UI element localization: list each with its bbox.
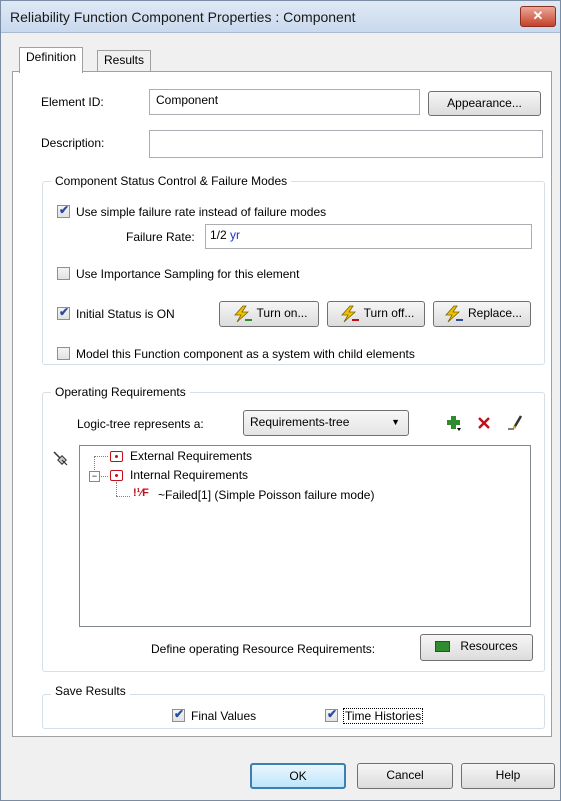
- ok-button-label: OK: [289, 769, 307, 783]
- appearance-button-label: Appearance...: [447, 96, 522, 110]
- pin-icon[interactable]: [51, 449, 69, 467]
- description-label: Description:: [41, 136, 105, 150]
- tree-connector: [116, 496, 130, 498]
- save-results-group: [42, 694, 545, 729]
- add-icon[interactable]: [445, 414, 463, 432]
- cancel-button-label: Cancel: [386, 768, 424, 782]
- logic-tree-label: Logic-tree represents a:: [77, 417, 204, 431]
- lightning-icon: [340, 305, 359, 323]
- requirement-node-icon: [110, 470, 123, 481]
- time-histories-label: Time Histories: [343, 708, 424, 724]
- tree-connector: [94, 456, 108, 458]
- replace-button[interactable]: Replace...: [433, 301, 531, 327]
- failure-rate-label: Failure Rate:: [126, 230, 195, 244]
- delete-icon[interactable]: [477, 416, 491, 430]
- definition-panel: Element ID: Component Appearance... Desc…: [12, 71, 552, 737]
- importance-sampling-checkbox[interactable]: [57, 267, 70, 280]
- logic-tree-select-value: Requirements-tree: [250, 415, 350, 429]
- help-button-label: Help: [495, 768, 521, 782]
- tree-item-external-requirements[interactable]: External Requirements: [130, 449, 252, 463]
- initial-status-checkbox[interactable]: [57, 305, 70, 320]
- failure-rate-unit: yr: [230, 228, 241, 242]
- title-bar: Reliability Function Component Propertie…: [1, 1, 560, 33]
- operating-requirements-group-title: Operating Requirements: [51, 385, 190, 399]
- appearance-button[interactable]: Appearance...: [428, 91, 541, 116]
- window-title: Reliability Function Component Propertie…: [10, 9, 356, 25]
- turn-off-button[interactable]: Turn off...: [327, 301, 425, 327]
- initial-status-label: Initial Status is ON: [76, 307, 175, 321]
- edit-pencil-icon[interactable]: [506, 413, 524, 431]
- resources-label: Define operating Resource Requirements:: [151, 642, 376, 656]
- simple-failure-rate-label: Use simple failure rate instead of failu…: [76, 205, 327, 219]
- resources-button-label: Resources: [460, 639, 518, 653]
- logic-tree-select[interactable]: Requirements-tree ▼: [243, 410, 409, 436]
- model-as-system-label: Model this Function component as a syste…: [76, 347, 415, 361]
- requirement-node-icon: [110, 451, 123, 462]
- final-values-label: Final Values: [191, 709, 257, 723]
- element-id-input[interactable]: Component: [149, 89, 420, 115]
- replace-button-label: Replace...: [467, 306, 523, 320]
- tab-definition[interactable]: Definition: [19, 47, 84, 73]
- help-button[interactable]: Help: [461, 763, 555, 789]
- turn-on-button[interactable]: Turn on...: [219, 301, 319, 327]
- ok-button[interactable]: OK: [250, 763, 346, 789]
- importance-sampling-label: Use Importance Sampling for this element: [76, 267, 300, 281]
- element-id-label: Element ID:: [41, 95, 104, 109]
- lightning-icon: [445, 305, 463, 323]
- description-input[interactable]: [149, 130, 543, 158]
- properties-dialog: Reliability Function Component Propertie…: [0, 0, 561, 801]
- resources-button[interactable]: Resources: [420, 634, 533, 661]
- turn-on-button-label: Turn on...: [256, 306, 308, 320]
- time-histories-checkbox[interactable]: [325, 707, 338, 722]
- tree-connector: [99, 476, 108, 478]
- simple-failure-rate-checkbox[interactable]: [57, 203, 70, 218]
- requirements-tree[interactable]: External Requirements − Internal Require…: [79, 445, 531, 627]
- tree-item-internal-requirements[interactable]: Internal Requirements: [130, 468, 248, 482]
- close-button[interactable]: ✕: [520, 6, 556, 27]
- failure-rate-input[interactable]: 1/2 yr: [205, 224, 532, 249]
- tab-results[interactable]: Results: [97, 50, 152, 71]
- failure-mode-icon: !¹⁄F: [133, 487, 149, 499]
- cancel-button[interactable]: Cancel: [357, 763, 453, 789]
- chevron-down-icon: ▼: [391, 417, 400, 427]
- lightning-icon: [233, 305, 252, 323]
- status-control-group-title: Component Status Control & Failure Modes: [51, 174, 292, 188]
- resources-icon: [435, 641, 451, 653]
- model-as-system-checkbox[interactable]: [57, 347, 70, 360]
- failure-rate-value: 1/2: [210, 228, 227, 242]
- tree-item-failed[interactable]: ~Failed[1] (Simple Poisson failure mode): [158, 488, 374, 502]
- tree-connector: [116, 482, 118, 496]
- final-values-checkbox[interactable]: [172, 707, 185, 722]
- turn-off-button-label: Turn off...: [363, 306, 415, 320]
- save-results-group-title: Save Results: [51, 684, 130, 698]
